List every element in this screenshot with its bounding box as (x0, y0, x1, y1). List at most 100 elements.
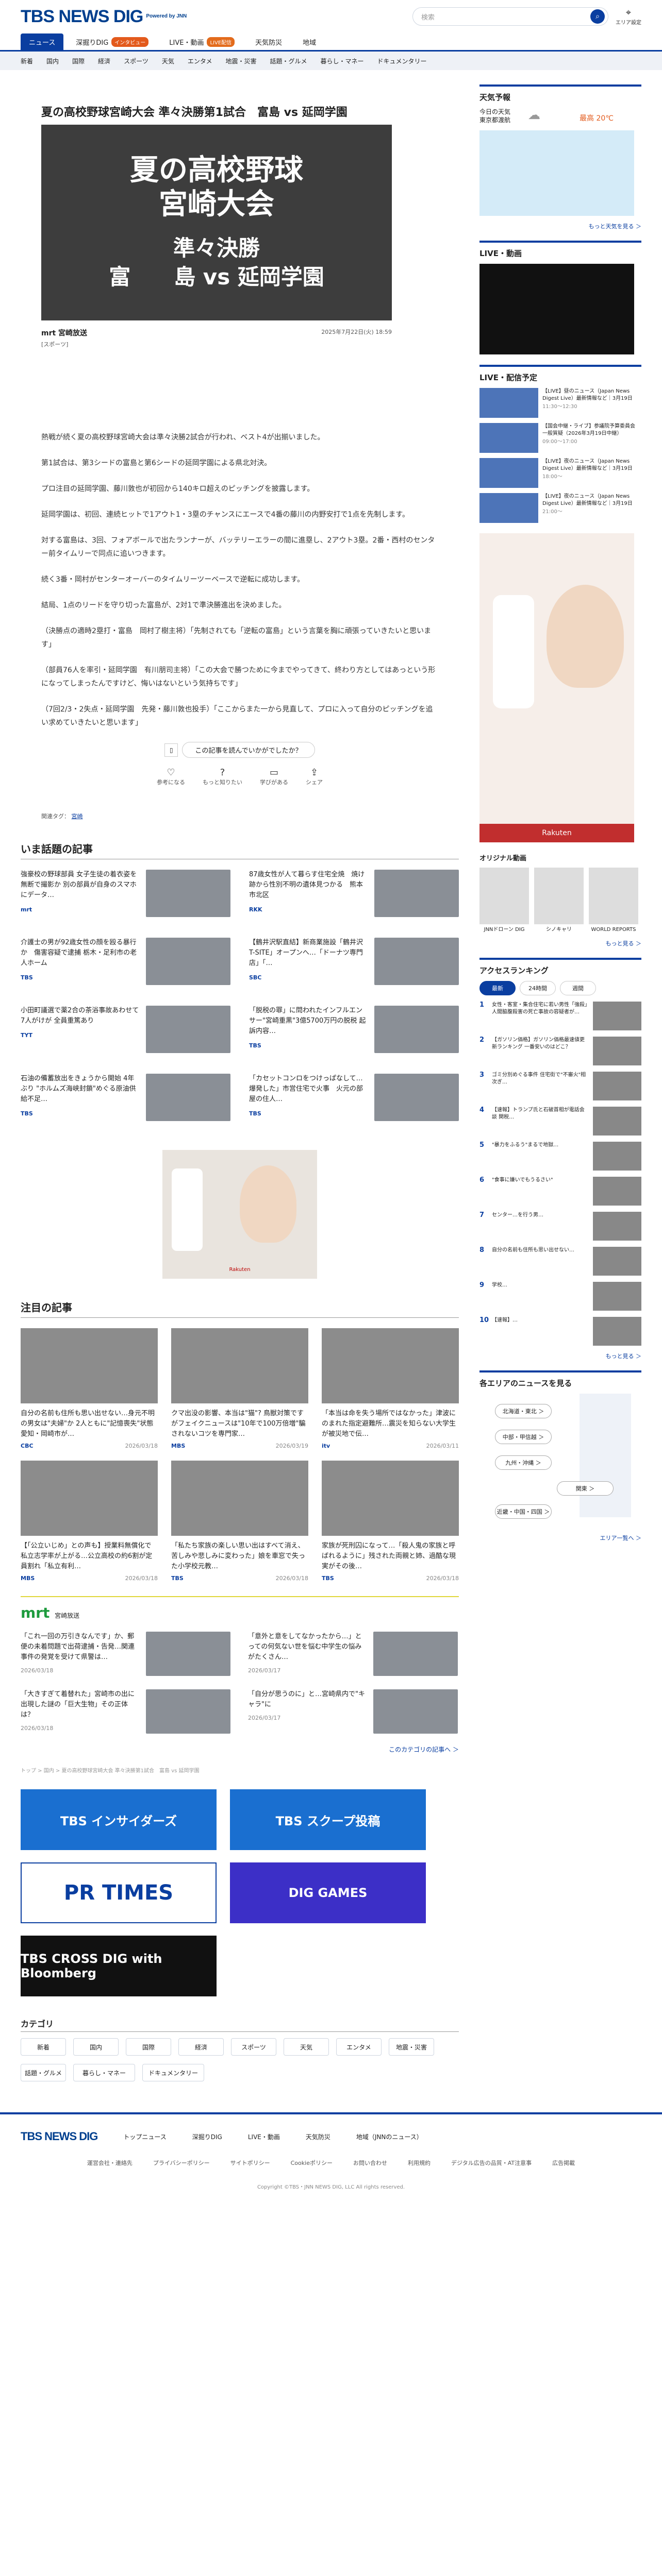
footer-nav-link[interactable]: 地域（JNNのニュース） (356, 2132, 423, 2141)
category-nav-item[interactable]: 国内 (46, 57, 59, 65)
footer-logo[interactable]: TBS NEWS DIG (21, 2130, 98, 2143)
footer-sub-link[interactable]: 利用規約 (408, 2159, 431, 2167)
category-button[interactable]: ドキュメンタリー (142, 2064, 204, 2081)
ranking-item[interactable]: 2 【ガソリン価格】ガソリン価格最速値更新ランキング 一番安いのはどこ？ (479, 1037, 641, 1065)
tab-0[interactable]: ニュース (21, 33, 64, 50)
category-button[interactable]: 新着 (21, 2038, 66, 2056)
sidebar-ad[interactable]: Rakuten (479, 533, 634, 842)
category-button[interactable]: 話題・グルメ (21, 2064, 66, 2081)
promo-banner[interactable]: TBS CROSS DIG with Bloomberg (21, 1936, 217, 1996)
ranking-tab[interactable]: 24時間 (520, 981, 556, 995)
search-input[interactable]: 検索 ⌕ (412, 7, 608, 26)
mrt-card[interactable]: 「これ一回の万引きなんです」か、郵便の未着問題で出荷逮捕・告発…関連事件の発覚を… (21, 1632, 230, 1676)
category-nav-item[interactable]: 暮らし・マネー (321, 57, 364, 65)
category-nav-item[interactable]: 天気 (162, 57, 174, 65)
mrt-logo[interactable]: mrt (21, 1604, 49, 1621)
feedback-question[interactable]: この記事を読んでいかがでしたか？ (182, 742, 315, 758)
ranking-tab[interactable]: 最新 (479, 981, 516, 995)
category-nav-item[interactable]: 地震・災害 (225, 57, 256, 65)
category-button[interactable]: 地震・災害 (389, 2038, 434, 2056)
ranking-item[interactable]: 5 "暴力をふるう"まるで地獄… (479, 1142, 641, 1171)
category-button[interactable]: 天気 (284, 2038, 329, 2056)
ranking-item[interactable]: 4 【速報】トランプ氏と石破首相が電話会談 関税… (479, 1107, 641, 1136)
attention-card[interactable]: 自分の名前も住所も思い出せない…身元不明の男女は"夫婦"か 2人ともに"記憶喪失… (21, 1328, 158, 1449)
category-nav-item[interactable]: スポーツ (124, 57, 148, 65)
category-nav-item[interactable]: 話題・グルメ (270, 57, 307, 65)
trend-card[interactable]: 「脱税の罪」に問われたインフルエンサー"宮崎重黒"3億5700万円の脱税 起訴内… (249, 1006, 459, 1062)
tab-1[interactable]: 深掘りDIG インタビュー (68, 33, 157, 50)
reaction-button[interactable]: ? もっと知りたい (203, 767, 242, 786)
trend-card[interactable]: 「カセットコンロをつけっぱなして…爆発した」市営住宅で火事 火元の部屋の住人… T… (249, 1074, 459, 1130)
attention-card[interactable]: 「本当は命を失う場所ではなかった」津波にのまれた指定避難所…震災を知らない大学生… (322, 1328, 459, 1449)
trend-card[interactable]: 強豪校の野球部員 女子生徒の着衣姿を無断で撮影か 別の部員が自身のスマホにデータ… (21, 870, 230, 926)
area-button[interactable]: 中部・甲信越 ＞ (495, 1430, 552, 1444)
tab-3[interactable]: 天気防災 (247, 33, 290, 50)
live-player[interactable] (479, 264, 634, 354)
weather-summary[interactable]: 今日の天気 東京都渡航 ☁ 最高 20℃ (479, 108, 641, 124)
footer-sub-link[interactable]: プライバシーポリシー (153, 2159, 210, 2167)
ranking-item[interactable]: 7 センター…を行う男… (479, 1212, 641, 1241)
footer-sub-link[interactable]: Cookieポリシー (291, 2159, 333, 2167)
article-source[interactable]: mrt 宮崎放送 (41, 328, 87, 338)
mrt-card[interactable]: 「自分が思うのに」と…宮崎県内で"キャラ"に 2026/03/17 (248, 1689, 458, 1734)
category-button[interactable]: エンタメ (336, 2038, 382, 2056)
ranking-tab[interactable]: 週間 (560, 981, 596, 995)
category-nav-item[interactable]: エンタメ (188, 57, 212, 65)
tab-4[interactable]: 地域 (294, 33, 324, 50)
site-logo[interactable]: TBS NEWS DIG Powered by JNN (21, 7, 187, 27)
japan-map[interactable] (580, 1394, 631, 1517)
breadcrumb[interactable]: トップ > 国内 > 夏の高校野球宮崎大会 準々決勝第1試合 富島 vs 延岡学… (21, 1766, 459, 1774)
footer-nav-link[interactable]: トップニュース (123, 2132, 166, 2141)
category-nav-item[interactable]: 新着 (21, 57, 33, 65)
attention-card[interactable]: 家族が死刑囚になって…「殺人鬼の家族と呼ばれるように」残された両親と姉、過酷な現… (322, 1461, 459, 1582)
original-video-item[interactable]: JNNドローン DIG (479, 868, 529, 933)
ranking-item[interactable]: 9 学校… (479, 1282, 641, 1311)
area-button[interactable]: 近畿・中国・四国 ＞ (495, 1504, 552, 1519)
category-button[interactable]: 暮らし・マネー (73, 2064, 135, 2081)
footer-sub-link[interactable]: お問い合わせ (353, 2159, 387, 2167)
original-video-item[interactable]: WORLD REPORTS (589, 868, 638, 933)
category-button[interactable]: スポーツ (231, 2038, 276, 2056)
tab-2[interactable]: LIVE・動画 LIVE配信 (161, 33, 243, 50)
promo-banner[interactable]: TBS インサイダーズ (21, 1789, 217, 1850)
footer-sub-link[interactable]: 運営会社・連絡先 (87, 2159, 133, 2167)
weather-map[interactable] (479, 130, 634, 216)
category-nav-item[interactable]: ドキュメンタリー (377, 57, 427, 65)
trend-card[interactable]: 87歳女性が人て暮らす住宅全焼 焼け跡から性別不明の遺体見つかる 熊本市北区 RK… (249, 870, 459, 926)
ranking-item[interactable]: 3 ゴミ分別めぐる事件 住宅街で"不審火"相次ぎ… (479, 1072, 641, 1100)
mrt-card[interactable]: 「意外と意をしてなかったから…」とっての何気ない世を悩む中学生の悩みがたくさん…… (248, 1632, 458, 1676)
footer-nav-link[interactable]: LIVE・動画 (248, 2132, 280, 2141)
search-icon[interactable]: ⌕ (590, 9, 605, 24)
area-list-link[interactable]: エリア一覧へ ＞ (479, 1534, 642, 1542)
ranking-item[interactable]: 1 女性・客室・集合住宅に若い男性「強殺」人間脇腹殺害の死亡事故の容疑者が… (479, 1002, 641, 1030)
reaction-button[interactable]: ⇪ シェア (306, 767, 323, 786)
category-nav-item[interactable]: 国際 (72, 57, 85, 65)
attention-card[interactable]: 【「公立いじめ」との声も】授業料無償化で私立志学率が上がる…公立高校の約6割が定… (21, 1461, 158, 1582)
schedule-item[interactable]: 【LIVE】昼のニュース（Japan News Digest Live）最新情報… (479, 388, 641, 418)
trend-card[interactable]: 小田町議選で薬2合の茶浴事故あわせて7人がけが 全員重篤あり TYT (21, 1006, 230, 1062)
area-setting-button[interactable]: ⌖ エリア設定 (616, 7, 641, 26)
footer-sub-link[interactable]: 広告掲載 (552, 2159, 575, 2167)
ranking-item[interactable]: 6 "食事に嫌いでもうるさい" (479, 1177, 641, 1206)
footer-nav-link[interactable]: 深掘りDIG (192, 2132, 222, 2141)
category-nav-item[interactable]: 経済 (98, 57, 110, 65)
area-button[interactable]: 北海道・東北 ＞ (495, 1404, 552, 1418)
promo-banner[interactable]: DIG GAMES (230, 1862, 426, 1923)
trend-card[interactable]: 介護士の男が92歳女性の顔を殴る暴行か 傷害容疑で逮捕 栃木・足利市の老人ホーム… (21, 938, 230, 994)
reaction-button[interactable]: ▭ 学びがある (260, 767, 288, 786)
category-button[interactable]: 国際 (126, 2038, 171, 2056)
ranking-item[interactable]: 10 【速報】… (479, 1317, 641, 1346)
weather-more-link[interactable]: もっと天気を見る ＞ (479, 222, 642, 230)
attention-card[interactable]: クマ出没の影響、本当は"猫"? 鳥獣対策ですがフェイクニュースは"10年で100… (171, 1328, 308, 1449)
trend-card[interactable]: 石油の備蓄放出をきょうから開始 4年ぶり "ホルムズ海峡封鎖"めぐる原油供給不足… (21, 1074, 230, 1130)
original-video-more-link[interactable]: もっと見る ＞ (479, 939, 642, 947)
promo-banner[interactable]: PR TIMES (21, 1862, 217, 1923)
promo-banner[interactable]: TBS スクープ投稿 (230, 1789, 426, 1850)
attention-card[interactable]: 「私たち家族の楽しい思い出はすべて消え、苦しみや悲しみに変わった」娘を車窓で失っ… (171, 1461, 308, 1582)
footer-sub-link[interactable]: サイトポリシー (230, 2159, 270, 2167)
footer-sub-link[interactable]: デジタル広告の品質・AT注意事 (451, 2159, 532, 2167)
related-tag-link[interactable]: 宮崎 (72, 813, 83, 820)
ad-banner[interactable]: Rakuten (162, 1150, 317, 1279)
category-button[interactable]: 国内 (73, 2038, 119, 2056)
footer-nav-link[interactable]: 天気防災 (306, 2132, 330, 2141)
